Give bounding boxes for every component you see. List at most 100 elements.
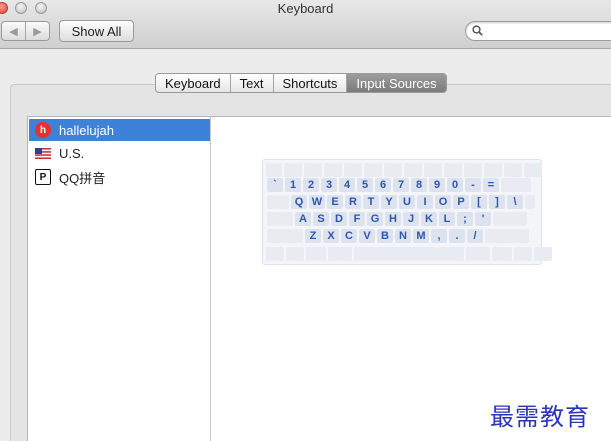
keyboard-key: 5 — [357, 178, 373, 192]
keyboard-blank-key — [424, 163, 442, 177]
keyboard-blank-key — [534, 247, 552, 261]
keyboard-key: E — [327, 195, 343, 209]
keyboard-key: X — [323, 229, 339, 243]
keyboard-blank-key — [524, 163, 542, 177]
input-sources-list[interactable]: h hallelujah U.S. P QQ拼音 — [27, 116, 210, 441]
list-item-qq-pinyin[interactable]: P QQ拼音 — [29, 166, 210, 188]
keyboard-key: L — [439, 212, 455, 226]
keyboard-blank-key — [354, 247, 464, 261]
keyboard-blank-key — [493, 212, 527, 226]
keyboard-key: U — [399, 195, 415, 209]
watermark: 最需教育 — [490, 403, 590, 431]
back-arrow-icon: ◀ — [9, 25, 18, 38]
keyboard-blank-key — [514, 247, 532, 261]
keyboard-key: W — [309, 195, 325, 209]
keyboard-key: M — [413, 229, 429, 243]
keyboard-row: ` 1 2 3 4 5 6 7 8 9 0- = — [267, 178, 531, 192]
keyboard-blank-key — [444, 163, 462, 177]
keyboard-blank-key — [464, 163, 482, 177]
keyboard-key: D — [331, 212, 347, 226]
keyboard-key: G — [367, 212, 383, 226]
keyboard-row — [266, 247, 552, 261]
list-item-label: QQ拼音 — [59, 170, 106, 186]
keyboard-blank-key — [504, 163, 522, 177]
keyboard-key: C — [341, 229, 357, 243]
keyboard-blank-key — [384, 163, 402, 177]
keyboard-blank-key — [267, 229, 303, 243]
keyboard-key: . — [449, 229, 465, 243]
keyboard-blank-key — [492, 247, 512, 261]
keyboard-key: P — [453, 195, 469, 209]
keyboard-key: 7 — [393, 178, 409, 192]
list-item-us[interactable]: U.S. — [29, 142, 210, 164]
keyboard-blank-key — [266, 163, 282, 177]
keyboard-key: 2 — [303, 178, 319, 192]
forward-button[interactable]: ▶ — [25, 22, 49, 40]
keyboard-row — [266, 163, 542, 177]
keyboard-row: Z X C V B N M,. / — [267, 229, 529, 243]
keyboard-key: J — [403, 212, 419, 226]
keyboard-key: A — [295, 212, 311, 226]
keyboard-blank-key — [267, 212, 293, 226]
keyboard-blank-key — [364, 163, 382, 177]
keyboard-key: N — [395, 229, 411, 243]
keyboard-blank-key — [286, 247, 304, 261]
tab-shortcuts[interactable]: Shortcuts — [272, 74, 347, 92]
keyboard-key: 0 — [447, 178, 463, 192]
keyboard-key: Z — [305, 229, 321, 243]
search-icon — [472, 25, 483, 36]
keyboard-key: , — [431, 229, 447, 243]
window-title: Keyboard — [277, 1, 334, 16]
keyboard-key: = — [483, 178, 499, 192]
keyboard-blank-key — [485, 229, 529, 243]
keyboard-blank-key — [306, 247, 326, 261]
show-all-button[interactable]: Show All — [59, 20, 134, 42]
keyboard-blank-key — [284, 163, 302, 177]
keyboard-key: H — [385, 212, 401, 226]
us-flag-icon — [35, 145, 51, 161]
keyboard-key: 6 — [375, 178, 391, 192]
tab-input-sources[interactable]: Input Sources — [346, 74, 446, 92]
list-item-label: hallelujah — [59, 122, 114, 138]
keyboard-key: 1 — [285, 178, 301, 192]
keyboard-key: \ — [507, 195, 523, 209]
keyboard-key: S — [313, 212, 329, 226]
keyboard-key: 9 — [429, 178, 445, 192]
list-item-hallelujah[interactable]: h hallelujah — [29, 119, 210, 141]
keyboard-blank-key — [466, 247, 490, 261]
forward-arrow-icon: ▶ — [33, 25, 42, 38]
keyboard-key: F — [349, 212, 365, 226]
keyboard-key: 3 — [321, 178, 337, 192]
keyboard-key: V — [359, 229, 375, 243]
keyboard-key: 4 — [339, 178, 355, 192]
keyboard-key: Q — [291, 195, 307, 209]
keyboard-row: A S D F G H J K L; ' — [267, 212, 527, 226]
p-badge-icon: P — [35, 169, 51, 185]
tab-keyboard[interactable]: Keyboard — [156, 74, 230, 92]
keyboard-blank-key — [501, 178, 531, 192]
keyboard-key: ] — [489, 195, 505, 209]
keyboard-key: K — [421, 212, 437, 226]
keyboard-blank-key — [404, 163, 422, 177]
back-forward-control: ◀ ▶ — [1, 21, 50, 41]
keyboard-blank-key — [484, 163, 502, 177]
keyboard-blank-key — [324, 163, 342, 177]
keyboard-key: I — [417, 195, 433, 209]
keyboard-blank-key — [267, 195, 289, 209]
keyboard-key: B — [377, 229, 393, 243]
keyboard-key: / — [467, 229, 483, 243]
keyboard-key: Y — [381, 195, 397, 209]
keyboard-blank-key — [525, 195, 535, 209]
keyboard-key: ; — [457, 212, 473, 226]
keyboard-blank-key — [304, 163, 322, 177]
keyboard-blank-key — [266, 247, 284, 261]
keyboard-key: R — [345, 195, 361, 209]
keyboard-key: O — [435, 195, 451, 209]
search-field[interactable] — [465, 21, 611, 41]
tab-text[interactable]: Text — [229, 74, 273, 92]
tab-bar: Keyboard Text Shortcuts Input Sources — [155, 73, 447, 93]
keyboard-key: - — [465, 178, 481, 192]
keyboard-layout-preview: ` 1 2 3 4 5 6 7 8 9 0- = Q W E R T Y U I O P[] \ A S D F G H J K L; ' Z X C… — [262, 159, 552, 265]
keyboard-blank-key — [344, 163, 362, 177]
back-button[interactable]: ◀ — [2, 22, 25, 40]
